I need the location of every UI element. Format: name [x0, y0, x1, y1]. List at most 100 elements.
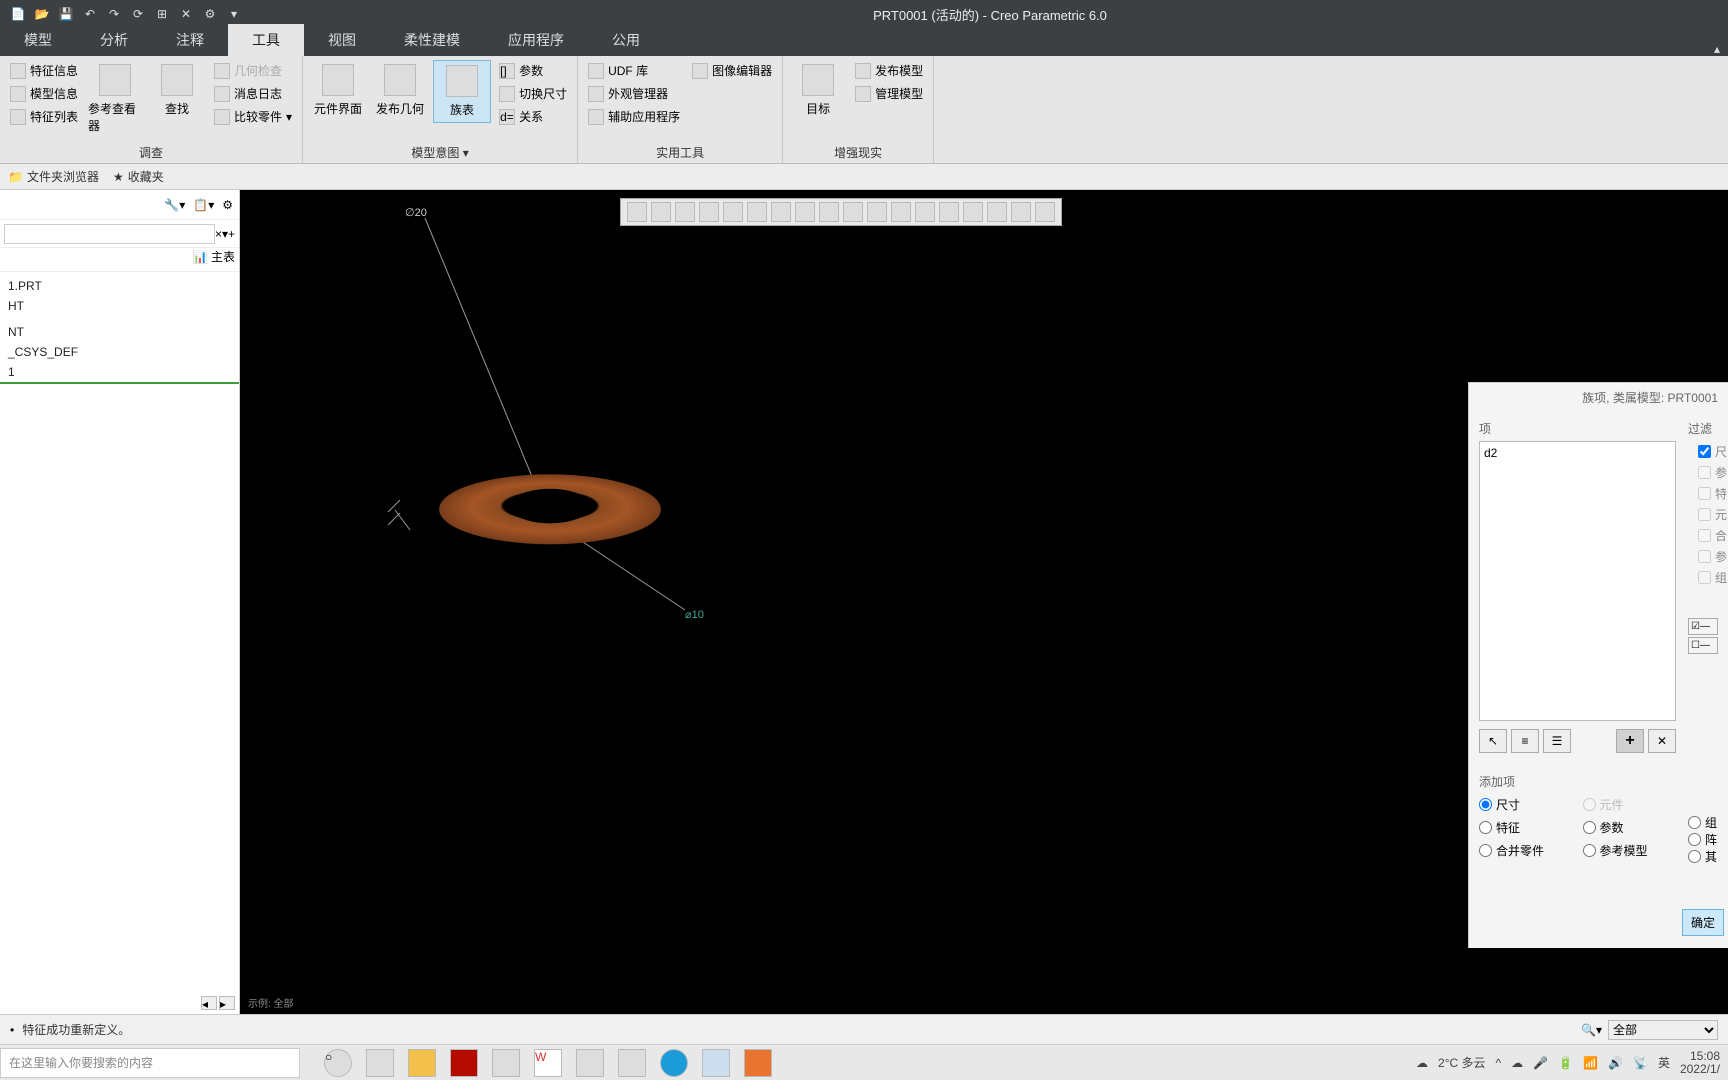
onedrive-icon[interactable]: ☁: [1511, 1056, 1523, 1070]
model-info-button[interactable]: 模型信息: [6, 83, 82, 104]
select-all-icon[interactable]: ☑—: [1688, 618, 1718, 635]
radio-param[interactable]: 参数: [1583, 819, 1677, 836]
close-icon[interactable]: ✕: [178, 6, 194, 22]
chevron-up-icon[interactable]: ^: [1496, 1056, 1502, 1070]
compare-parts-button[interactable]: 比较零件 ▾: [210, 106, 296, 127]
tree-item[interactable]: NT: [0, 322, 239, 342]
zoom-fit-icon[interactable]: [627, 202, 647, 222]
radio-array[interactable]: 阵: [1688, 831, 1718, 848]
datum-point-icon[interactable]: [939, 202, 959, 222]
feature-info-button[interactable]: 特征信息: [6, 60, 82, 81]
items-listbox[interactable]: d2: [1479, 441, 1676, 721]
deselect-all-icon[interactable]: ☐—: [1688, 637, 1718, 654]
annotation-display-icon[interactable]: [819, 202, 839, 222]
geom-check-button[interactable]: 几何检查: [210, 60, 296, 81]
more-icon[interactable]: [1035, 202, 1055, 222]
datum-plane-icon[interactable]: [891, 202, 911, 222]
msg-log-button[interactable]: 消息日志: [210, 83, 296, 104]
filter-check[interactable]: 合: [1688, 525, 1718, 546]
main-table-tab[interactable]: 📊 主表: [193, 248, 235, 271]
viewport-3d[interactable]: ∅20 ⌀10 示例: 全部 族项, 类属模型: PRT0001 项 d2: [240, 190, 1728, 1014]
open-icon[interactable]: 📂: [34, 6, 50, 22]
tree-item[interactable]: HT: [0, 296, 239, 316]
settings-icon[interactable]: ⚙: [202, 6, 218, 22]
app3-icon[interactable]: [702, 1049, 730, 1077]
radio-feat[interactable]: 特征: [1479, 819, 1573, 836]
folder-browser-tab[interactable]: 📁文件夹浏览器: [8, 168, 99, 185]
perspective-icon[interactable]: [867, 202, 887, 222]
app2-icon[interactable]: [576, 1049, 604, 1077]
find-icon[interactable]: 🔍▾: [1581, 1023, 1602, 1037]
wps-icon[interactable]: W: [534, 1049, 562, 1077]
publish-geom-button[interactable]: 发布几何: [371, 60, 429, 121]
manage-model-button[interactable]: 管理模型: [851, 83, 927, 104]
tree-item[interactable]: 1.PRT: [0, 276, 239, 296]
wifi-icon[interactable]: 📡: [1633, 1056, 1648, 1070]
zoom-in-icon[interactable]: [651, 202, 671, 222]
model-tree[interactable]: 1.PRT HT NT _CSYS_DEF 1: [0, 272, 239, 996]
torus-model[interactable]: [440, 445, 660, 565]
image-editor-button[interactable]: 图像编辑器: [688, 60, 776, 81]
radio-other[interactable]: 其: [1688, 848, 1718, 865]
ref-viewer-button[interactable]: 参考查看器: [86, 60, 144, 138]
filter-check[interactable]: 参: [1688, 546, 1718, 567]
zoom-out-icon[interactable]: [675, 202, 695, 222]
tree-search-input[interactable]: [4, 224, 215, 244]
mic-icon[interactable]: 🎤: [1533, 1056, 1548, 1070]
ime-indicator[interactable]: 英: [1658, 1054, 1670, 1071]
battery-icon[interactable]: 🔋: [1558, 1056, 1573, 1070]
tab-apps[interactable]: 应用程序: [484, 24, 588, 56]
saved-views-icon[interactable]: [747, 202, 767, 222]
datum-axis-icon[interactable]: [915, 202, 935, 222]
new-icon[interactable]: 📄: [10, 6, 26, 22]
tab-flex[interactable]: 柔性建模: [380, 24, 484, 56]
spin-center-icon[interactable]: [843, 202, 863, 222]
filter-check[interactable]: 尺: [1688, 441, 1718, 462]
tab-annotate[interactable]: 注释: [152, 24, 228, 56]
layers-icon[interactable]: [795, 202, 815, 222]
adobe-icon[interactable]: [450, 1049, 478, 1077]
radio-merge[interactable]: 合并零件: [1479, 842, 1573, 859]
weather-text[interactable]: 2°C 多云: [1438, 1054, 1485, 1071]
taskbar-search-input[interactable]: 在这里输入你要搜索的内容: [0, 1048, 300, 1078]
relations-button[interactable]: d=关系: [495, 106, 571, 127]
ok-button[interactable]: 确定: [1682, 909, 1724, 936]
tree-item[interactable]: _CSYS_DEF: [0, 342, 239, 362]
edge-icon[interactable]: [660, 1049, 688, 1077]
clock[interactable]: 15:08 2022/1/: [1680, 1050, 1720, 1076]
datum-curve-icon[interactable]: [987, 202, 1007, 222]
ribbon-collapse-icon[interactable]: ▴: [1714, 42, 1720, 56]
regen-icon[interactable]: ⟳: [130, 6, 146, 22]
tree-display-icon[interactable]: 📋▾: [193, 198, 214, 212]
radio-comp[interactable]: 元件: [1583, 796, 1677, 813]
scroll-left-icon[interactable]: ◂: [201, 996, 217, 1010]
filter-check[interactable]: 元: [1688, 504, 1718, 525]
switch-dims-button[interactable]: 切换尺寸: [495, 83, 571, 104]
undo-icon[interactable]: ↶: [82, 6, 98, 22]
find-button[interactable]: 查找: [148, 60, 206, 121]
weather-icon[interactable]: ☁: [1416, 1056, 1428, 1070]
redo-icon[interactable]: ↷: [106, 6, 122, 22]
tree-filter-icon[interactable]: ⚙: [222, 198, 233, 212]
screenrec-icon[interactable]: [744, 1049, 772, 1077]
radio-group[interactable]: 组: [1688, 814, 1718, 831]
windows-icon[interactable]: ⊞: [154, 6, 170, 22]
remove-item-button[interactable]: ✕: [1648, 729, 1676, 753]
pointer-icon[interactable]: ↖: [1479, 729, 1507, 753]
radio-dim[interactable]: 尺寸: [1479, 796, 1573, 813]
filter-check[interactable]: 组: [1688, 567, 1718, 588]
scroll-right-icon[interactable]: ▸: [219, 996, 235, 1010]
feature-list-button[interactable]: 特征列表: [6, 106, 82, 127]
repaint-icon[interactable]: [699, 202, 719, 222]
appearance-mgr-button[interactable]: 外观管理器: [584, 83, 684, 104]
network-icon[interactable]: 📶: [1583, 1056, 1598, 1070]
selection-filter-dropdown[interactable]: 全部: [1608, 1020, 1718, 1040]
tab-analysis[interactable]: 分析: [76, 24, 152, 56]
dimension-label[interactable]: ∅20: [405, 206, 427, 219]
taskview-icon[interactable]: [366, 1049, 394, 1077]
view-manager-icon[interactable]: [771, 202, 791, 222]
display-style-icon[interactable]: [723, 202, 743, 222]
list-icon[interactable]: ≡: [1511, 729, 1539, 753]
cortana-icon[interactable]: ○: [324, 1049, 352, 1077]
tab-model[interactable]: 模型: [0, 24, 76, 56]
